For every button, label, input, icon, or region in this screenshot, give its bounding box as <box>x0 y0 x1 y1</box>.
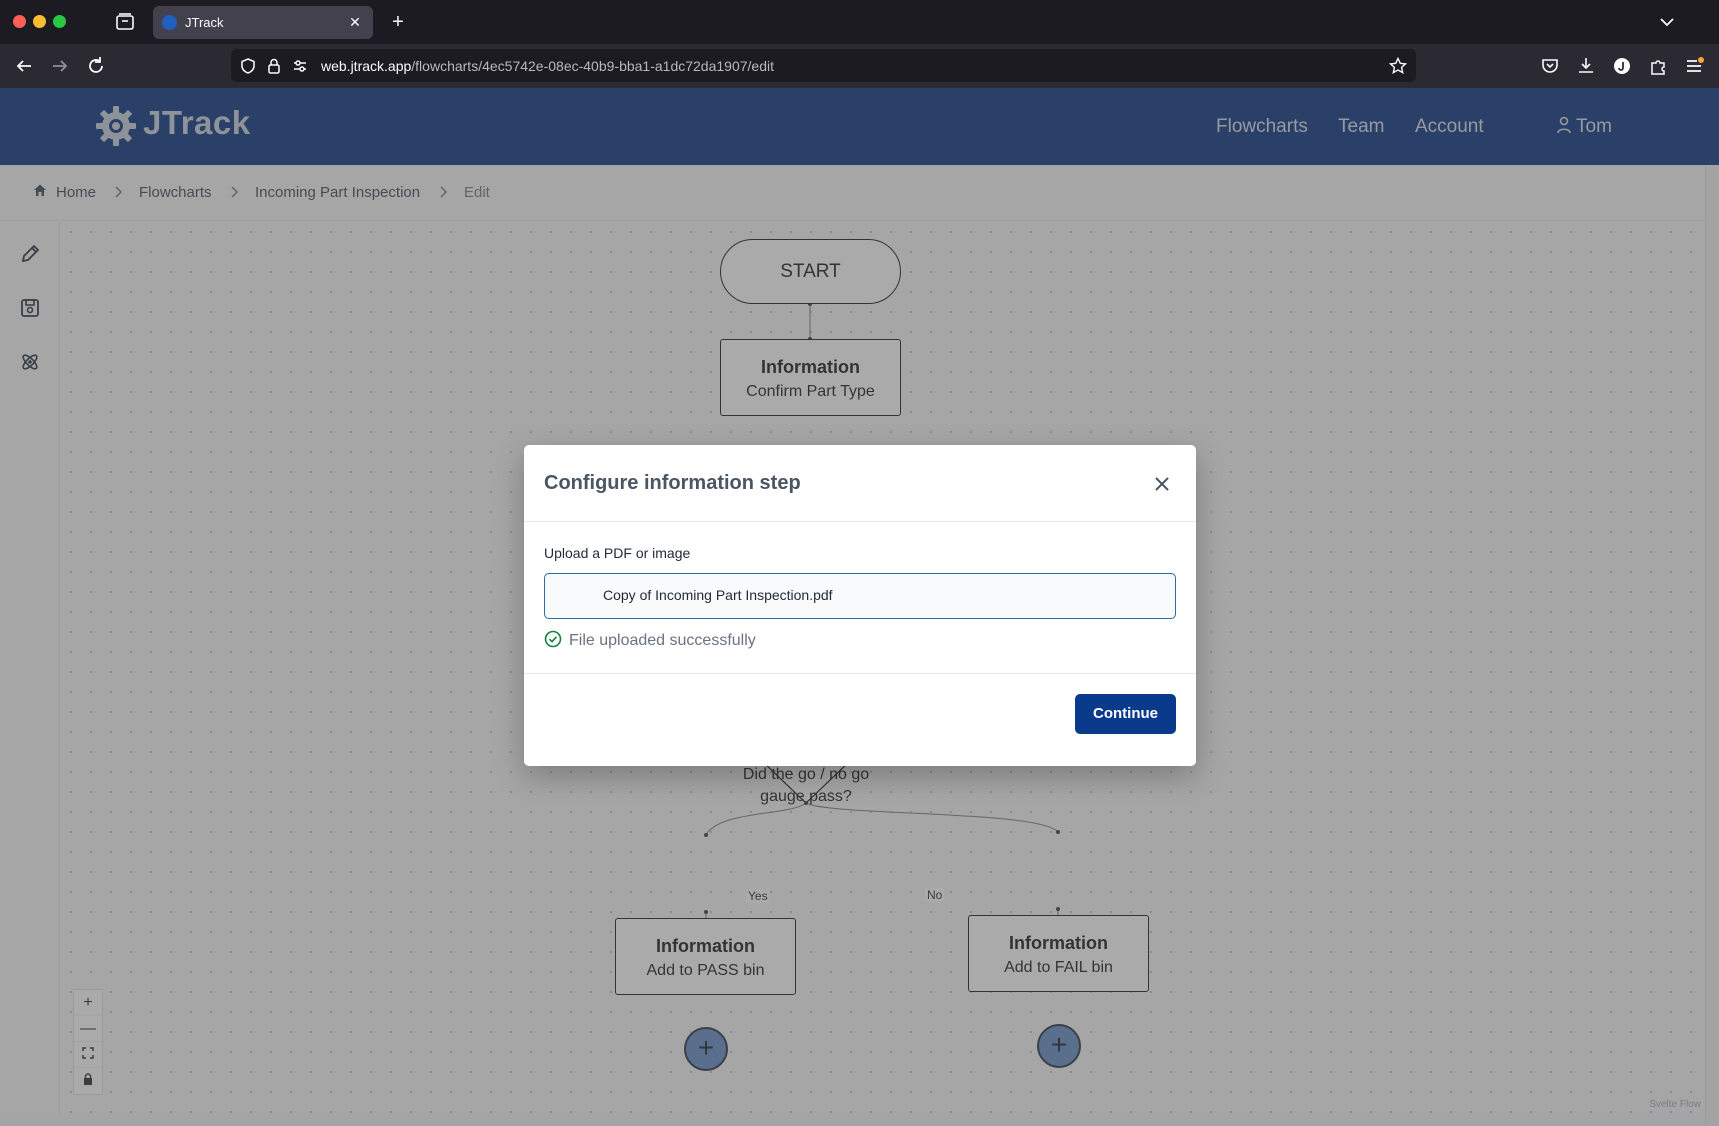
padlock-icon[interactable] <box>265 57 283 75</box>
window-zoom-button[interactable] <box>53 15 66 28</box>
upload-status-text: File uploaded successfully <box>569 632 756 649</box>
modal-title: Configure information step <box>544 472 801 494</box>
reload-icon[interactable] <box>83 53 109 79</box>
account-avatar-icon[interactable] <box>1611 55 1633 77</box>
file-upload-input[interactable]: Copy of Incoming Part Inspection.pdf <box>544 573 1176 619</box>
list-all-tabs-chevron-icon[interactable] <box>1657 12 1677 32</box>
jtrack-favicon-icon <box>162 15 177 30</box>
url-text: web.jtrack.app/flowcharts/4ec5742e-08ec-… <box>321 58 774 74</box>
url-host: web.jtrack.app <box>321 58 412 74</box>
modal-header-divider <box>524 521 1196 522</box>
extensions-puzzle-icon[interactable] <box>1647 55 1669 77</box>
modal-footer-divider <box>524 673 1196 674</box>
tab-title: JTrack <box>185 15 224 30</box>
jtrack-app: JTrack Flowcharts Team Account Tom Home … <box>0 88 1719 1126</box>
browser-nav-bar: web.jtrack.app/flowcharts/4ec5742e-08ec-… <box>0 44 1719 88</box>
continue-button[interactable]: Continue <box>1075 694 1176 734</box>
app-menu-icon[interactable] <box>1683 55 1705 77</box>
upload-label: Upload a PDF or image <box>544 545 691 561</box>
back-arrow-icon[interactable] <box>11 53 37 79</box>
bookmark-star-icon[interactable] <box>1388 56 1408 76</box>
browser-tab-bar: JTrack ✕ + <box>0 0 1719 44</box>
browser-tab-jtrack[interactable]: JTrack ✕ <box>153 6 373 39</box>
site-permissions-icon[interactable] <box>291 57 309 75</box>
url-path: /flowcharts/4ec5742e-08ec-40b9-bba1-a1dc… <box>411 58 774 74</box>
close-icon[interactable] <box>1147 469 1177 499</box>
tracking-shield-icon[interactable] <box>239 57 257 75</box>
window-close-button[interactable] <box>13 15 26 28</box>
new-tab-button[interactable]: + <box>386 10 410 34</box>
window-minimize-button[interactable] <box>33 15 46 28</box>
pocket-icon[interactable] <box>1539 55 1561 77</box>
downloads-icon[interactable] <box>1575 55 1597 77</box>
forward-arrow-icon[interactable] <box>47 53 73 79</box>
uploaded-file-name: Copy of Incoming Part Inspection.pdf <box>603 587 833 603</box>
tab-close-icon[interactable]: ✕ <box>345 12 365 32</box>
upload-status: File uploaded successfully <box>544 630 756 650</box>
tab-overview-icon[interactable] <box>113 11 137 33</box>
address-bar[interactable]: web.jtrack.app/flowcharts/4ec5742e-08ec-… <box>231 49 1416 82</box>
configure-information-step-dialog: Configure information step Upload a PDF … <box>524 445 1196 766</box>
check-circle-icon <box>544 630 562 648</box>
